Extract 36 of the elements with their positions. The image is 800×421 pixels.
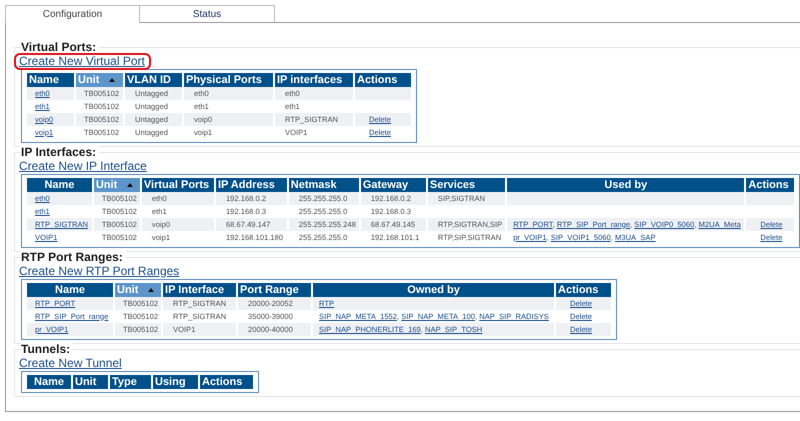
column-header[interactable]: Netmask — [288, 178, 359, 192]
column-header[interactable]: Type — [110, 375, 151, 389]
tab[interactable]: Status — [140, 5, 275, 23]
section-title: RTP Port Ranges: — [21, 251, 126, 264]
create-link[interactable]: Create New Virtual Port — [14, 52, 151, 70]
column-header[interactable]: Unit — [73, 375, 108, 389]
column-header[interactable]: IP Address — [216, 178, 287, 192]
column-header[interactable]: Physical Ports — [184, 73, 273, 87]
column-header[interactable]: Port Range — [238, 283, 312, 297]
create-link[interactable]: Create New IP Interface — [19, 160, 150, 172]
column-header[interactable]: Name — [27, 178, 92, 192]
column-header[interactable]: Owned by — [313, 283, 554, 297]
create-link[interactable]: Create New RTP Port Ranges — [19, 264, 182, 278]
column-header[interactable]: Actions — [556, 283, 612, 297]
section-title: Tunnels: — [21, 343, 74, 356]
column-header[interactable]: Gateway — [360, 178, 426, 192]
column-header[interactable]: Services — [428, 178, 506, 192]
sort-icon — [127, 182, 134, 187]
section-title: Virtual Ports: — [21, 41, 100, 54]
column-header[interactable]: IP interfaces — [275, 73, 353, 87]
column-header[interactable]: Using — [153, 375, 198, 389]
column-header[interactable]: Actions — [355, 73, 411, 87]
column-header[interactable]: Name — [27, 73, 74, 87]
column-header[interactable]: Virtual Ports — [142, 178, 214, 192]
tab[interactable]: Configuration — [5, 5, 140, 23]
column-header[interactable]: IP Interface — [163, 283, 236, 297]
section-title: IP Interfaces: — [21, 146, 100, 159]
column-header[interactable]: Actions — [746, 178, 794, 192]
column-header[interactable]: VLAN ID — [125, 73, 182, 87]
column-header[interactable]: Actions — [200, 375, 253, 389]
create-link[interactable]: Create New Tunnel — [19, 356, 125, 370]
column-header[interactable]: Name — [27, 283, 113, 297]
column-header[interactable]: Name — [27, 375, 71, 389]
sort-icon — [109, 78, 116, 82]
column-header[interactable]: Used by — [507, 178, 744, 192]
sort-icon — [148, 288, 154, 292]
